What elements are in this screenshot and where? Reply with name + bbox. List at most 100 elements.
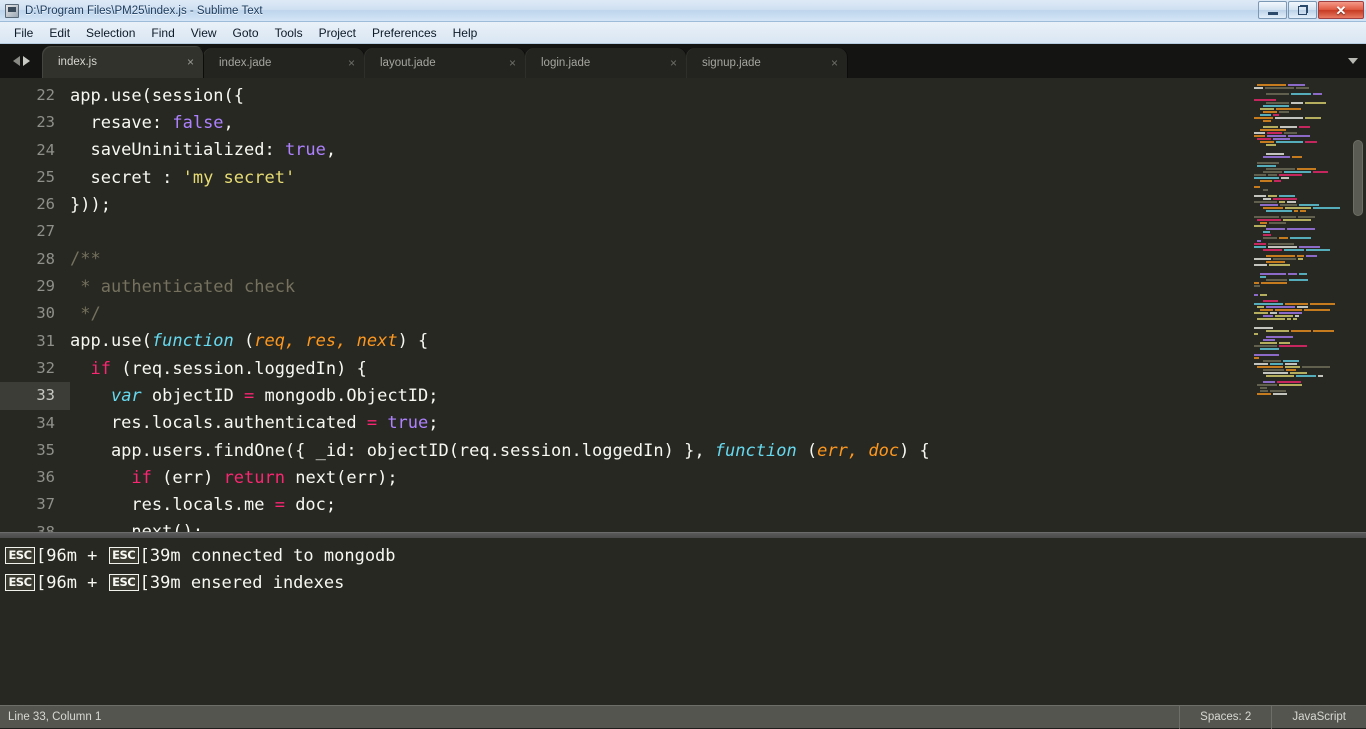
minimap-line — [1254, 240, 1346, 242]
tab-close-icon[interactable]: × — [509, 57, 516, 69]
window-titlebar: D:\Program Files\PM25\index.js - Sublime… — [0, 0, 1366, 22]
code-line[interactable]: 23 resave: false, — [0, 109, 1250, 136]
code-line[interactable]: 33 var objectID = mongodb.ObjectID; — [0, 382, 1250, 410]
code-line[interactable]: 37 res.locals.me = doc; — [0, 491, 1250, 518]
minimap-segment — [1257, 162, 1279, 164]
tab-close-icon[interactable]: × — [831, 57, 838, 69]
minimap-segment — [1292, 156, 1302, 158]
editor-pane[interactable]: 22 app.use(session({23 resave: false, 24 s… — [0, 78, 1366, 532]
minimap-segment — [1299, 273, 1307, 275]
output-panel[interactable]: ESC [96m + ESC [39m connected to mongodb ES… — [0, 538, 1366, 705]
menu-item-preferences[interactable]: Preferences — [364, 24, 445, 42]
code-line[interactable]: 31 app.use(function (req, res, next) { — [0, 328, 1250, 355]
tab-close-icon[interactable]: × — [187, 56, 194, 68]
menu-item-tools[interactable]: Tools — [267, 24, 311, 42]
minimap-segment — [1290, 372, 1307, 374]
minimap-segment — [1260, 390, 1268, 392]
minimap-line — [1254, 174, 1346, 176]
minimap-segment — [1296, 375, 1316, 377]
minimap-segment — [1273, 114, 1279, 116]
minimap-segment — [1285, 363, 1297, 365]
minimap-line — [1254, 216, 1346, 218]
minimap-segment — [1263, 111, 1277, 113]
code-text: saveUninitialized: true, — [70, 140, 337, 161]
code-line[interactable]: 32 if (req.session.loggedIn) { — [0, 355, 1250, 382]
tab-index-js[interactable]: index.js × — [42, 46, 204, 78]
tab-index-jade[interactable]: index.jade × — [203, 48, 365, 78]
scrollbar-thumb[interactable] — [1353, 140, 1363, 216]
minimap-segment — [1263, 198, 1271, 200]
minimap-segment — [1254, 225, 1266, 227]
code-line[interactable]: 28 /** — [0, 246, 1250, 273]
code-line[interactable]: 35 app.users.findOne({ _id: objectID(req… — [0, 437, 1250, 464]
code-line[interactable]: 24 saveUninitialized: true, — [0, 137, 1250, 164]
syntax-button[interactable]: JavaScript — [1271, 705, 1366, 729]
minimap-line — [1254, 393, 1346, 395]
minimap-segment — [1266, 261, 1285, 263]
tab-login-jade[interactable]: login.jade × — [525, 48, 687, 78]
code-text: resave: false, — [70, 112, 234, 133]
menu-item-selection[interactable]: Selection — [78, 24, 143, 42]
code-line[interactable]: 25 secret : 'my secret' — [0, 164, 1250, 191]
minimap-segment — [1302, 366, 1330, 368]
minimap-segment — [1304, 309, 1330, 311]
minimap-segment — [1279, 345, 1307, 347]
menu-item-goto[interactable]: Goto — [225, 24, 267, 42]
console-text: [96m + — [36, 545, 108, 566]
minimap-segment — [1266, 306, 1295, 308]
minimap-line — [1254, 222, 1346, 224]
maximize-button[interactable] — [1288, 1, 1317, 19]
code-line[interactable]: 26})); — [0, 191, 1250, 218]
minimap-segment — [1279, 195, 1295, 197]
editor-vertical-scrollbar[interactable] — [1350, 78, 1366, 532]
close-button[interactable]: ✕ — [1318, 1, 1364, 19]
code-area[interactable]: 22 app.use(session({23 resave: false, 24 s… — [0, 78, 1250, 532]
minimap-segment — [1263, 120, 1271, 122]
tab-navigation-arrows[interactable] — [0, 44, 42, 78]
arrow-right-icon[interactable] — [22, 56, 30, 66]
tab-overflow-menu-button[interactable] — [1340, 44, 1366, 78]
minimap-segment — [1260, 222, 1267, 224]
minimap-line — [1254, 381, 1346, 383]
minimize-button[interactable] — [1258, 1, 1287, 19]
minimap-segment — [1254, 363, 1268, 365]
minimap-line — [1254, 279, 1346, 281]
minimap-segment — [1287, 201, 1296, 203]
minimap-line — [1254, 84, 1346, 86]
minimap-segment — [1305, 117, 1321, 119]
minimap-segment — [1287, 228, 1315, 230]
tab-layout-jade[interactable]: layout.jade × — [364, 48, 526, 78]
minimap-segment — [1263, 171, 1282, 173]
tab-signup-jade[interactable]: signup.jade × — [686, 48, 848, 78]
minimap-line — [1254, 312, 1346, 314]
code-text: */ — [70, 304, 101, 325]
menu-item-view[interactable]: View — [183, 24, 225, 42]
menu-item-edit[interactable]: Edit — [41, 24, 78, 42]
minimap[interactable] — [1250, 78, 1350, 532]
code-line[interactable]: 22 app.use(session({ — [0, 82, 1250, 109]
tab-close-icon[interactable]: × — [348, 57, 355, 69]
minimap-segment — [1254, 282, 1259, 284]
minimap-segment — [1268, 195, 1277, 197]
menu-item-project[interactable]: Project — [311, 24, 364, 42]
code-line[interactable]: 34 res.locals.authenticated = true; — [0, 410, 1250, 437]
minimap-line — [1254, 186, 1346, 188]
menu-item-find[interactable]: Find — [143, 24, 182, 42]
menu-item-help[interactable]: Help — [445, 24, 486, 42]
escape-char-glyph: ESC — [108, 547, 139, 564]
code-line[interactable]: 30 */ — [0, 300, 1250, 327]
indentation-button[interactable]: Spaces: 2 — [1179, 705, 1271, 729]
code-line[interactable]: 29 * authenticated check — [0, 273, 1250, 300]
tab-close-icon[interactable]: × — [670, 57, 677, 69]
minimap-segment — [1254, 177, 1279, 179]
minimap-segment — [1257, 318, 1285, 320]
minimap-line — [1254, 153, 1346, 155]
minimap-segment — [1254, 132, 1265, 134]
sublime-text-icon — [5, 3, 19, 18]
code-line[interactable]: 36 if (err) return next(err); — [0, 464, 1250, 491]
arrow-left-icon[interactable] — [12, 56, 20, 66]
minimap-segment — [1260, 309, 1273, 311]
code-line[interactable]: 27 — [0, 218, 1250, 245]
menu-item-file[interactable]: File — [6, 24, 41, 42]
code-line[interactable]: 38 next(); — [0, 519, 1250, 532]
